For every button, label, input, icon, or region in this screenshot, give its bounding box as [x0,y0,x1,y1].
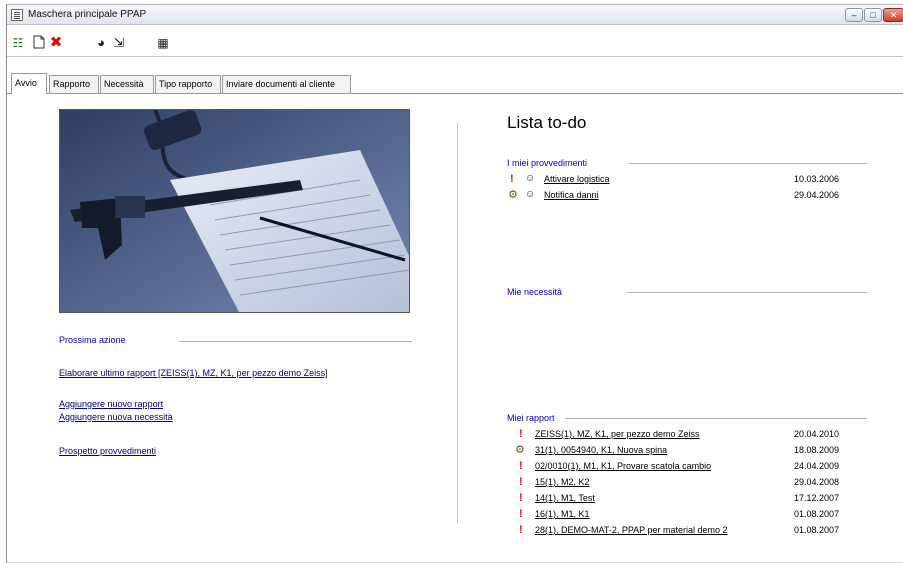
measure-link[interactable]: Attivare logistica [544,173,610,185]
maximize-button[interactable]: □ [864,8,882,22]
report-row[interactable]: ! 16(1), M1, K1 01.08.2007 [507,508,867,522]
warning-icon: ! [519,428,523,440]
report-date: 01.08.2007 [794,509,840,519]
report-link[interactable]: 15(1), M2, K2 [535,476,590,488]
measure-date: 29.04.2006 [794,190,840,200]
report-link[interactable]: 02/0010(1), M1, K1, Provare scatola camb… [535,460,711,472]
measurement-photo [59,109,410,313]
measure-row[interactable]: ⚙ ☺ Notifica danni 29.04.2006 [507,189,867,203]
toolbar: ☷ ✖ ◕ ⇲ ▦ [7,33,903,55]
next-action-rule [179,341,412,342]
tab-baseline [7,93,903,94]
report-link[interactable]: 28(1), DEMO-MAT-2, PPAP per material dem… [535,524,728,536]
calculator-icon[interactable]: ▦ [155,35,171,51]
tab-avvio[interactable]: Avvio [11,73,47,94]
window-title: Maschera principale PPAP [28,9,147,20]
person-icon: ☺ [525,173,536,184]
report-date: 17.12.2007 [794,493,840,503]
warning-icon: ! [519,524,523,536]
report-date: 20.04.2010 [794,429,840,439]
my-reports-label: Miei rapport [507,413,555,423]
my-measures-rule [629,163,867,164]
new-document-icon[interactable] [31,35,47,51]
report-row[interactable]: ! 02/0010(1), M1, K1, Provare scatola ca… [507,460,867,474]
warning-icon: ! [519,508,523,520]
next-action-label: Prossima azione [59,335,126,345]
my-needs-rule [627,292,867,293]
tab-rapporto[interactable]: Rapporto [49,75,99,93]
chart-icon[interactable]: ◕ [93,35,109,51]
main-window: Maschera principale PPAP – □ ✕ ☷ ✖ ◕ ⇲ ▦… [6,4,903,563]
minimize-button[interactable]: – [845,8,863,22]
app-icon [11,9,23,21]
export-icon[interactable]: ⇲ [111,35,127,51]
tab-tipo-rapporto[interactable]: Tipo rapporto [155,75,221,93]
my-needs-label: Mie necessità [507,287,563,297]
report-row[interactable]: ! 15(1), M2, K2 29.04.2008 [507,476,867,490]
panel-divider [457,123,458,523]
person-icon: ☺ [525,189,536,200]
report-link[interactable]: 14(1), M1, Test [535,492,595,504]
warning-icon: ! [510,173,514,185]
tree-icon[interactable]: ☷ [10,35,26,51]
gear-icon: ⚙ [508,189,518,201]
delete-icon[interactable]: ✖ [48,35,64,51]
report-date: 18.08.2009 [794,445,840,455]
report-date: 24.04.2009 [794,461,840,471]
report-link[interactable]: ZEISS(1), MZ, K1, per pezzo demo Zeiss [535,428,700,440]
report-link[interactable]: 31(1), 0054940, K1, Nuova spina [535,444,667,456]
title-bar: Maschera principale PPAP – □ ✕ [7,5,903,25]
my-reports-rule [565,418,867,419]
warning-icon: ! [519,460,523,472]
action-add-need[interactable]: Aggiungere nuova necessità [59,412,173,422]
todo-list-title: Lista to-do [507,113,587,132]
report-link[interactable]: 16(1), M1, K1 [535,508,590,520]
report-row[interactable]: ! 14(1), M1, Test 17.12.2007 [507,492,867,506]
warning-icon: ! [519,476,523,488]
close-button[interactable]: ✕ [883,8,903,22]
measure-link[interactable]: Notifica danni [544,189,599,201]
my-measures-label: I miei provvedimenti [507,158,588,168]
gear-icon: ⚙ [515,444,525,456]
report-row[interactable]: ⚙ 31(1), 0054940, K1, Nuova spina 18.08.… [507,444,867,458]
warning-icon: ! [519,492,523,504]
measure-row[interactable]: ! ☺ Attivare logistica 10.03.2006 [507,173,867,187]
report-row[interactable]: ! 28(1), DEMO-MAT-2, PPAP per material d… [507,524,867,538]
action-measures-overview[interactable]: Prospetto provvedimenti [59,446,156,456]
action-edit-last-report[interactable]: Elaborare ultimo rapport [ZEISS(1), MZ, … [59,368,328,378]
report-date: 01.08.2007 [794,525,840,535]
tab-inviare-documenti[interactable]: Inviare documenti al cliente [222,75,351,93]
report-row[interactable]: ! ZEISS(1), MZ, K1, per pezzo demo Zeiss… [507,428,867,442]
action-add-report[interactable]: Aggiungere nuovo rapport [59,399,163,409]
toolbar-separator [7,56,903,57]
measure-date: 10.03.2006 [794,174,840,184]
report-date: 29.04.2008 [794,477,840,487]
tab-necessita[interactable]: Necessità [100,75,154,93]
